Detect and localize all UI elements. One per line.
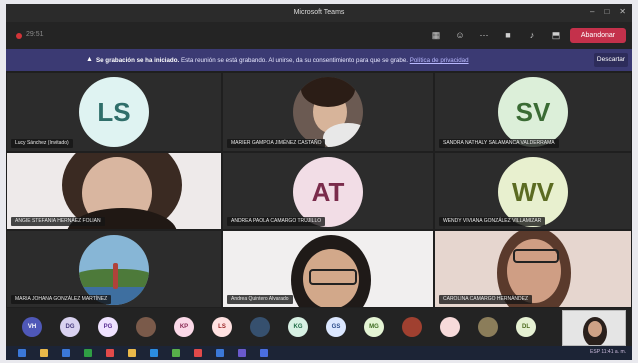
taskbar-app-icon[interactable] (128, 349, 136, 357)
reactions-icon[interactable]: ☺ (454, 29, 466, 41)
leave-button-label: Abandonar (580, 32, 616, 39)
participant-chip[interactable] (402, 317, 422, 337)
participant-chip[interactable] (136, 317, 156, 337)
participant-tile[interactable]: SV SANDRA NATHALY SALAMANCA VALDERRAMA (434, 72, 632, 152)
banner-message: Esta reunión se está grabando. Al unirse… (180, 57, 408, 64)
participant-name: Andrea Quintero Alvarado (227, 295, 293, 304)
taskbar-app-icon[interactable] (40, 349, 48, 357)
participant-name: MARIER GAMPOA JIMÉNEZ CASTAÑO (227, 139, 326, 148)
participant-tile[interactable]: LS Lucy Sánchez (Invitado) (6, 72, 222, 152)
share-screen-icon[interactable]: ⬒ (550, 29, 562, 41)
participant-chip[interactable]: LS (212, 317, 232, 337)
mic-icon[interactable]: ♪ (526, 29, 538, 41)
self-preview[interactable] (562, 310, 626, 346)
participant-tile[interactable]: MARIA JOHANA GONZÁLEZ MARTÍNEZ (6, 230, 222, 308)
participant-name: ANDREA PAOLA CAMARGO TRUJILLO (227, 217, 326, 226)
participant-chip[interactable]: DL (516, 317, 536, 337)
taskbar-app-icon[interactable] (62, 349, 70, 357)
participant-name: MARIA JOHANA GONZÁLEZ MARTÍNEZ (11, 295, 112, 304)
participant-name: SANDRA NATHALY SALAMANCA VALDERRAMA (439, 139, 559, 148)
recording-icon (16, 33, 22, 39)
recording-banner: ▲ Se grabación se ha iniciado. Esta reun… (6, 49, 632, 71)
system-tray: ESP 11:41 a. m. (590, 349, 626, 355)
participant-tile[interactable]: CAROLINA CAMARGO HERNÁNDEZ (434, 230, 632, 308)
participant-chip[interactable]: DG (60, 317, 80, 337)
more-options-icon[interactable]: ⋯ (478, 29, 490, 41)
participant-chip[interactable]: MG (364, 317, 384, 337)
participant-avatar: LS (79, 77, 149, 147)
camera-icon[interactable]: ■ (502, 29, 514, 41)
participant-grid: LS Lucy Sánchez (Invitado) MARIER GAMPOA… (6, 72, 632, 308)
window-title: Microsoft Teams (293, 9, 345, 16)
windows-taskbar: ESP 11:41 a. m. (6, 346, 632, 360)
participant-chip[interactable]: KG (288, 317, 308, 337)
participant-tile[interactable]: MARIER GAMPOA JIMÉNEZ CASTAÑO (222, 72, 434, 152)
participant-chip[interactable] (440, 317, 460, 337)
participant-chip[interactable]: KP (174, 317, 194, 337)
participant-name: WENDY VIVIANA GONZÁLEZ VILLAMIZAR (439, 217, 546, 226)
participant-dock: VH DG PG KP LS KG GS MG DL (6, 308, 632, 346)
warning-icon: ▲ (86, 56, 93, 63)
participant-name: Lucy Sánchez (Invitado) (11, 139, 73, 148)
minimize-icon[interactable]: – (590, 7, 594, 16)
taskbar-app-icon[interactable] (260, 349, 268, 357)
taskbar-app-icon[interactable] (150, 349, 158, 357)
taskbar-app-icon[interactable] (84, 349, 92, 357)
taskbar-app-icon[interactable] (106, 349, 114, 357)
participant-tile[interactable]: AT ANDREA PAOLA CAMARGO TRUJILLO (222, 152, 434, 230)
teams-window: Microsoft Teams – □ ✕ 29:51 ▦ ☺ ⋯ ■ ♪ ⬒ … (6, 4, 632, 360)
window-controls: – □ ✕ (590, 7, 626, 16)
toolbar-buttons: ▦ ☺ ⋯ ■ ♪ ⬒ (430, 29, 562, 41)
participant-tile[interactable]: ANGIE STEFANIA HERNÁEZ FOLIAN (6, 152, 222, 230)
taskbar-app-icon[interactable] (194, 349, 202, 357)
taskbar-app-icon[interactable] (216, 349, 224, 357)
meeting-timer: 29:51 (26, 31, 44, 38)
maximize-icon[interactable]: □ (604, 7, 609, 16)
taskbar-app-icon[interactable] (238, 349, 246, 357)
participant-name: CAROLINA CAMARGO HERNÁNDEZ (439, 295, 533, 304)
participant-chip[interactable] (478, 317, 498, 337)
leave-button[interactable]: Abandonar (570, 28, 626, 43)
participant-photo (293, 77, 363, 147)
participant-name: ANGIE STEFANIA HERNÁEZ FOLIAN (11, 217, 105, 226)
participant-tile[interactable]: WV WENDY VIVIANA GONZÁLEZ VILLAMIZAR (434, 152, 632, 230)
participant-avatar: SV (498, 77, 568, 147)
participant-chip[interactable]: GS (326, 317, 346, 337)
taskbar-app-icon[interactable] (172, 349, 180, 357)
participant-chip[interactable]: PG (98, 317, 118, 337)
taskbar-app-icon[interactable] (18, 349, 26, 357)
title-bar: Microsoft Teams – □ ✕ (6, 4, 632, 22)
banner-title: Se grabación se ha iniciado. (96, 57, 180, 64)
close-icon[interactable]: ✕ (619, 7, 626, 16)
participants-icon[interactable]: ▦ (430, 29, 442, 41)
dismiss-button[interactable]: Descartar (594, 53, 628, 67)
participant-chip[interactable] (250, 317, 270, 337)
meeting-toolbar: 29:51 ▦ ☺ ⋯ ■ ♪ ⬒ Abandonar (6, 22, 632, 49)
participant-chip[interactable]: VH (22, 317, 42, 337)
banner-text: Se grabación se ha iniciado. Esta reunió… (96, 57, 469, 64)
privacy-link[interactable]: Política de privacidad (410, 57, 469, 64)
participant-tile[interactable]: Andrea Quintero Alvarado (222, 230, 434, 308)
